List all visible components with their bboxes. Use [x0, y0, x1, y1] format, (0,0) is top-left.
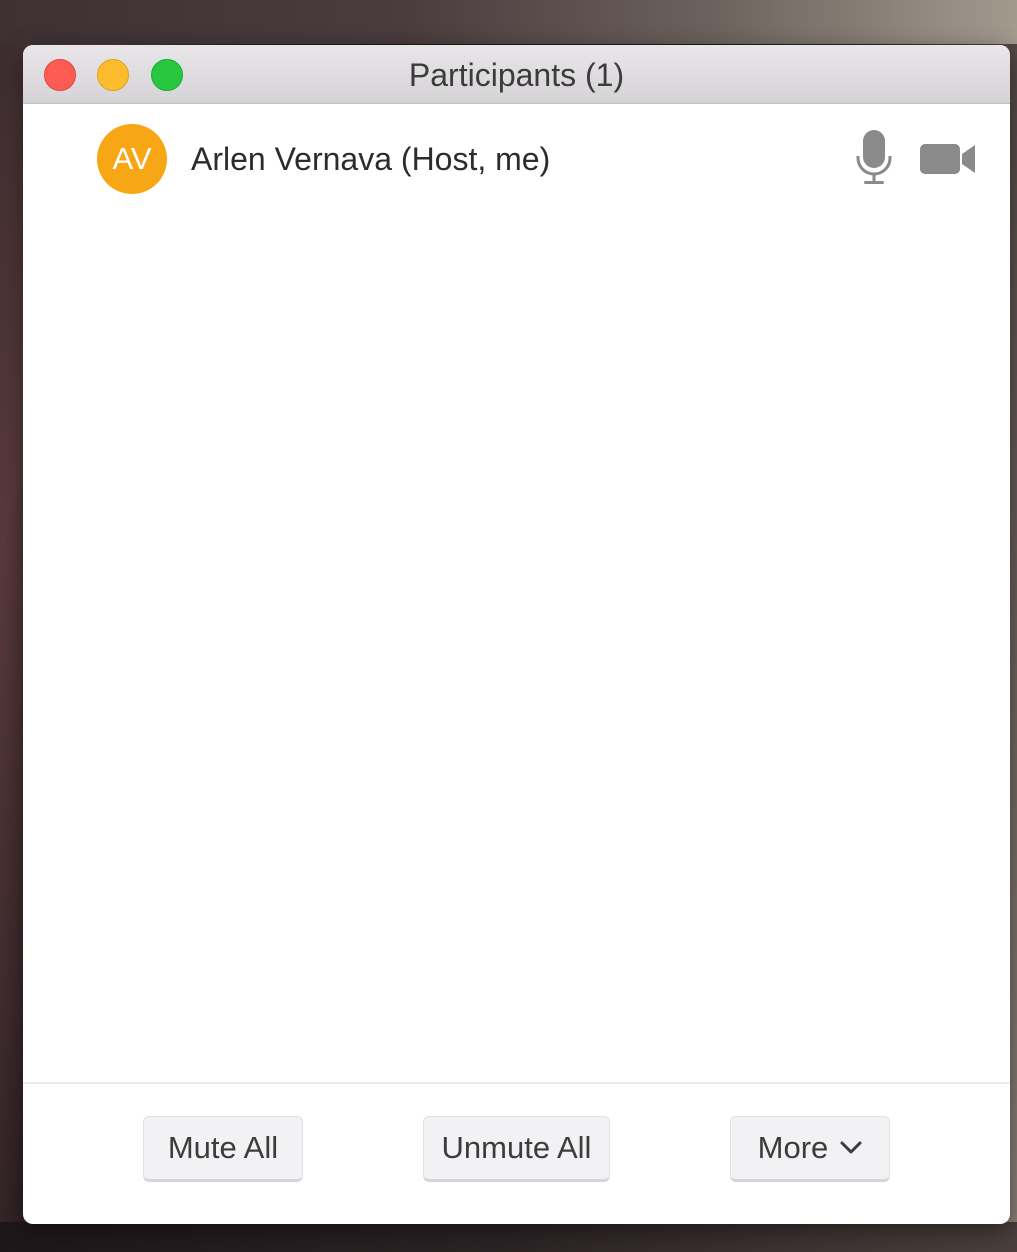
- participant-name: Arlen Vernava (Host, me): [191, 141, 551, 177]
- mute-all-label: Mute All: [167, 1130, 279, 1165]
- avatar: AV: [97, 124, 167, 194]
- participants-window: Participants (1) AV Arlen Vernava (Host,…: [23, 45, 1010, 1224]
- participant-row[interactable]: AV Arlen Vernava (Host, me): [23, 105, 1010, 211]
- desktop-background-bottom: [0, 1222, 1017, 1252]
- unmute-all-label: Unmute All: [441, 1130, 592, 1165]
- mute-all-button[interactable]: Mute All: [143, 1116, 303, 1182]
- unmute-all-button[interactable]: Unmute All: [423, 1116, 610, 1182]
- window-title: Participants (1): [408, 57, 625, 93]
- footer-toolbar: Mute All Unmute All More: [23, 1082, 1010, 1224]
- video-camera-icon[interactable]: [920, 140, 976, 178]
- microphone-icon[interactable]: [855, 130, 893, 188]
- more-button[interactable]: More: [730, 1116, 890, 1182]
- chevron-down-icon: [840, 1141, 862, 1154]
- desktop-background-top: [0, 0, 1017, 44]
- title-bar[interactable]: Participants (1): [23, 45, 1010, 104]
- more-label: More: [757, 1130, 829, 1165]
